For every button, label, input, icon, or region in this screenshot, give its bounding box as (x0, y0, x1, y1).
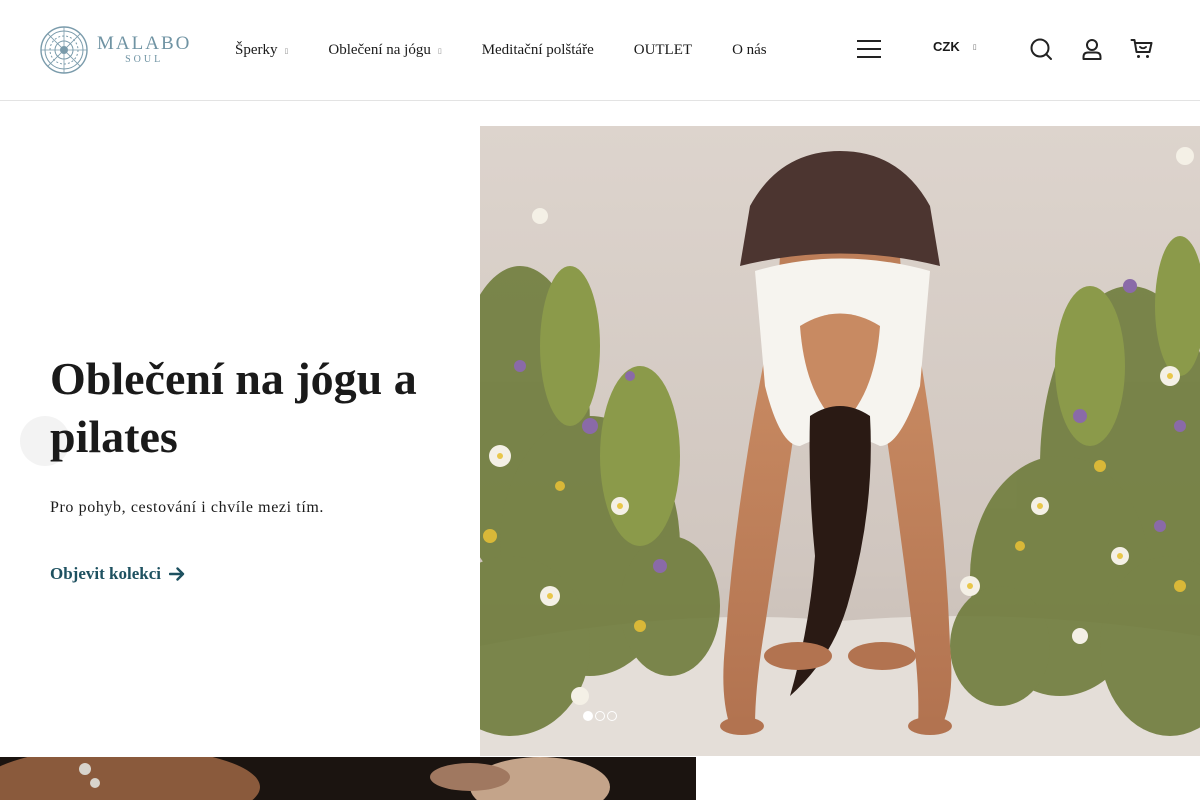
hero-title: Oblečení na jógu a pilates (50, 353, 417, 462)
explore-collection-link[interactable]: Objevit kolekci (50, 564, 185, 584)
currency-label: CZK (933, 39, 960, 54)
user-icon[interactable] (1080, 37, 1104, 61)
slider-dot[interactable] (607, 711, 617, 721)
brand-sub: SOUL (125, 54, 164, 65)
nav-item-label: Šperky (235, 41, 278, 58)
slider-dot[interactable] (595, 711, 605, 721)
nav-item-sperky[interactable]: Šperky ▯ (235, 42, 288, 59)
nav-item-obleceni[interactable]: Oblečení na jógu ▯ (328, 42, 441, 59)
nav-item-label: Meditační polštáře (481, 41, 594, 58)
nav-item-label: Oblečení na jógu (328, 41, 431, 58)
cart-icon[interactable] (1130, 37, 1154, 61)
nav-item-o-nas[interactable]: O nás (732, 42, 767, 59)
logo-text: MALABO SOUL (97, 34, 191, 66)
hamburger-menu-icon[interactable] (857, 39, 881, 59)
main-nav: Šperky ▯ Oblečení na jógu ▯ Meditační po… (235, 40, 807, 60)
hero-subtitle: Pro pohyb, cestování i chvíle mezi tím. (50, 499, 325, 516)
brand-name: MALABO (97, 33, 192, 54)
currency-selector[interactable]: CZK ▯ (933, 39, 977, 54)
nav-item-label: O nás (732, 41, 767, 58)
hero-image (480, 126, 1200, 756)
cta-label: Objevit kolekci (50, 564, 161, 583)
chevron-down-icon: ▯ (972, 42, 977, 51)
search-icon[interactable] (1029, 37, 1053, 61)
hero-text: Oblečení na jógu a pilates Pro pohyb, ce… (50, 350, 450, 517)
slider-dot[interactable] (583, 711, 593, 721)
nav-item-outlet[interactable]: OUTLET (634, 42, 692, 59)
arrow-right-icon (168, 567, 185, 581)
jewelry-hand-photo (0, 757, 696, 800)
logo[interactable]: MALABO SOUL (39, 25, 194, 75)
yoga-forward-bend-photo (480, 126, 1200, 756)
slider-pagination (583, 711, 617, 721)
site-header: MALABO SOUL Šperky ▯ Oblečení na jógu ▯ … (0, 0, 1200, 101)
chevron-down-icon: ▯ (284, 47, 289, 55)
nav-item-label: OUTLET (633, 41, 693, 58)
promo-image (0, 757, 696, 800)
chevron-down-icon: ▯ (437, 47, 442, 55)
mandala-icon (40, 26, 88, 74)
nav-item-meditacni-polstare[interactable]: Meditační polštáře (482, 42, 594, 59)
